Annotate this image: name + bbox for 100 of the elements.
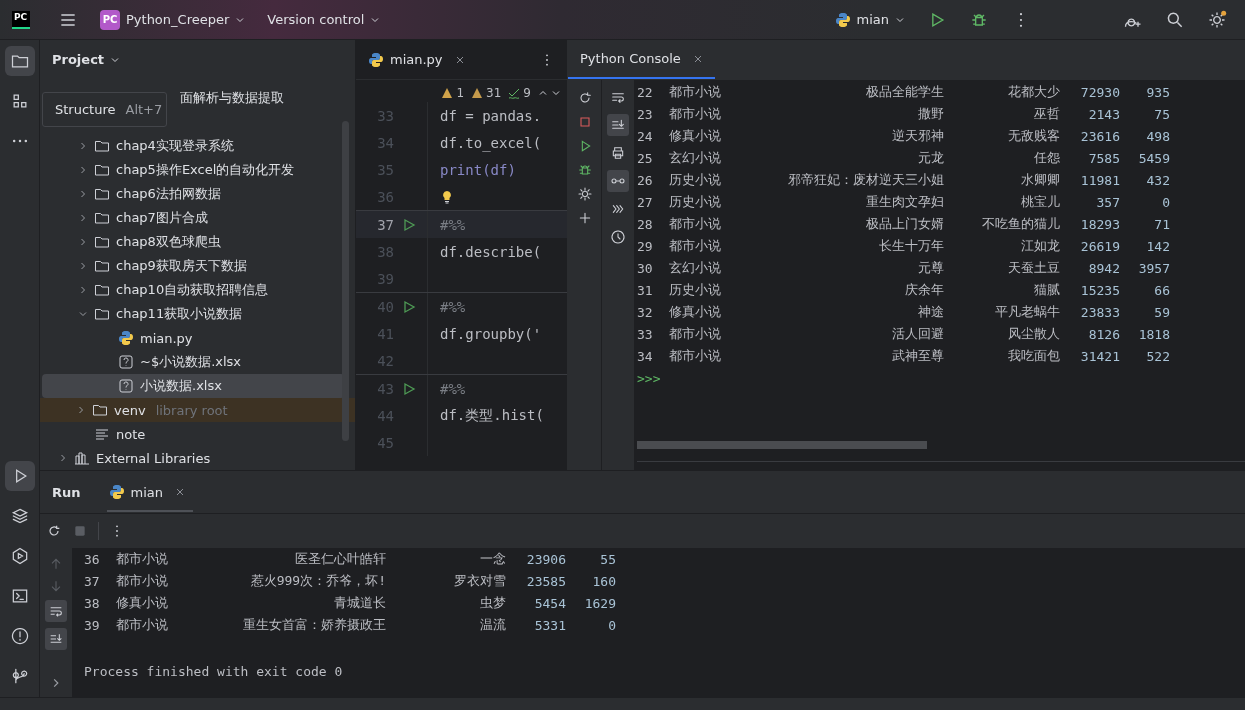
close-icon[interactable] <box>175 487 185 497</box>
author-cell-text: 花都大少 <box>1007 83 1060 101</box>
scrollbar[interactable] <box>637 441 927 449</box>
author-cell-text: 水卿卿 <box>1020 171 1060 189</box>
error-count[interactable]: 1 <box>456 86 465 100</box>
author-cell-text: 无敌贱客 <box>1007 127 1060 145</box>
check-icon[interactable] <box>508 87 521 99</box>
scrollbar[interactable] <box>342 121 349 441</box>
author-cell-text: 虫梦 <box>479 594 506 612</box>
text-file-icon <box>94 426 110 442</box>
exit-message: Process finished with exit code 0 <box>84 664 344 679</box>
number-cell-text: 0 <box>1161 194 1170 210</box>
tree-item[interactable]: mian.py <box>42 326 345 350</box>
number-cell-text: 8126 <box>1087 326 1120 342</box>
row-index: 37 <box>84 573 101 589</box>
genre-cell-text: 历史小说 <box>669 193 722 211</box>
tree-item[interactable]: 小说数据.xlsx <box>42 374 345 398</box>
author-cell-text: 不吃鱼的猫儿 <box>981 215 1060 233</box>
row-index: 39 <box>84 617 101 633</box>
folder-icon[interactable] <box>4 46 35 76</box>
tree-item[interactable]: note <box>42 422 345 446</box>
tree-item[interactable]: ~$小说数据.xlsx <box>42 350 345 374</box>
tree-item[interactable]: chap9获取房天下数据 <box>42 254 345 278</box>
tree-item[interactable]: chap10自动获取招聘信息 <box>42 278 345 302</box>
code-line: #%% <box>440 298 466 315</box>
warning-icon[interactable] <box>471 87 484 99</box>
author-cell-text: 桃宝儿 <box>1020 193 1060 211</box>
folder-icon <box>94 186 110 202</box>
tree-item[interactable]: chap5操作Excel的自动化开发 <box>42 158 345 182</box>
genre-cell-text: 都市小说 <box>669 105 722 123</box>
scroll-to-end-icon[interactable] <box>45 628 67 650</box>
bug-icon[interactable] <box>576 162 593 178</box>
row-index: 23 <box>637 106 654 122</box>
code-line: df.describe( <box>440 243 542 260</box>
author-cell-text: 罗衣对雪 <box>453 572 506 590</box>
soft-wrap-icon[interactable] <box>45 600 67 622</box>
title-cell-text: 武神至尊 <box>891 347 944 365</box>
number-cell-text: 5331 <box>533 617 566 633</box>
project-switcher[interactable]: PC Python_Creeper <box>94 5 252 34</box>
number-cell-text: 142 <box>1145 238 1170 254</box>
version-control-menu[interactable]: Version control <box>261 8 387 31</box>
tree-item[interactable]: chap4实现登录系统 <box>42 134 345 158</box>
down-icon[interactable] <box>551 88 561 98</box>
genre-cell-text: 都市小说 <box>116 550 169 568</box>
title-cell-text: 邪帝狂妃：废材逆天三小姐 <box>787 171 944 189</box>
tree-item[interactable]: External Libraries <box>42 446 345 470</box>
panel-title[interactable]: Project <box>52 52 105 67</box>
warning-icon[interactable] <box>441 87 454 99</box>
warning-count[interactable]: 31 <box>486 86 502 100</box>
scroll-to-end-icon[interactable] <box>607 114 629 136</box>
code-line: df = pandas. <box>440 107 542 124</box>
number-cell-text: 11981 <box>1079 172 1120 188</box>
tree-item[interactable]: chap8双色球爬虫 <box>42 230 345 254</box>
number-cell-text: 432 <box>1145 172 1170 188</box>
settings-icon[interactable] <box>1207 9 1227 30</box>
run-cell-icon[interactable] <box>402 299 416 314</box>
run-cell-icon[interactable] <box>402 381 416 396</box>
code-line: #%% <box>440 380 466 397</box>
title-cell-text: 元龙 <box>917 149 944 167</box>
number-cell-text: 59 <box>1153 304 1170 320</box>
tree-item[interactable]: chap6法拍网数据 <box>42 182 345 206</box>
settings-icon[interactable] <box>576 186 593 202</box>
tree-item[interactable]: chap11获取小说数据 <box>42 302 345 326</box>
title-cell-text: 青城道长 <box>333 594 386 612</box>
row-index: 34 <box>637 348 654 364</box>
author-cell-text: 温流 <box>479 616 506 634</box>
run-tab[interactable]: mian <box>106 472 193 512</box>
run-config-selector[interactable]: mian <box>828 7 911 32</box>
row-index: 26 <box>637 172 654 188</box>
python-icon <box>834 11 851 28</box>
lightbulb-icon[interactable] <box>440 189 454 204</box>
genre-cell-text: 都市小说 <box>116 616 169 634</box>
tree-item[interactable]: chap7图片合成 <box>42 206 345 230</box>
close-icon[interactable] <box>454 54 465 65</box>
number-cell-text: 935 <box>1145 84 1170 100</box>
panel-title: Run <box>52 484 81 500</box>
number-cell-text: 8942 <box>1087 260 1120 276</box>
number-cell-text: 5459 <box>1137 150 1170 166</box>
row-index: 33 <box>637 326 654 342</box>
number-cell-text: 160 <box>591 573 616 589</box>
row-index: 24 <box>637 128 654 144</box>
rerun-icon[interactable] <box>46 523 62 539</box>
number-cell-text: 66 <box>1153 282 1170 298</box>
number-cell-text: 357 <box>1095 194 1120 210</box>
glasses-icon[interactable] <box>607 170 629 192</box>
line-number: 37 <box>376 216 395 233</box>
tree-item[interactable]: venv library root <box>40 398 355 422</box>
project-name: Python_Creeper <box>126 12 230 27</box>
author-cell-text: 江如龙 <box>1020 237 1060 255</box>
run-icon[interactable] <box>4 461 35 491</box>
close-icon[interactable] <box>692 53 703 64</box>
folder-icon <box>94 162 110 178</box>
run-cell-icon[interactable] <box>402 217 416 232</box>
console-prompt: >>> <box>637 370 661 386</box>
up-icon[interactable] <box>538 88 548 98</box>
folder-icon <box>94 138 110 154</box>
typo-count[interactable]: 9 <box>523 86 531 100</box>
app-logo[interactable]: PC <box>12 10 30 29</box>
editor-tab[interactable]: mian.py <box>368 51 465 68</box>
author-cell-text: 风尘散人 <box>1007 325 1060 343</box>
